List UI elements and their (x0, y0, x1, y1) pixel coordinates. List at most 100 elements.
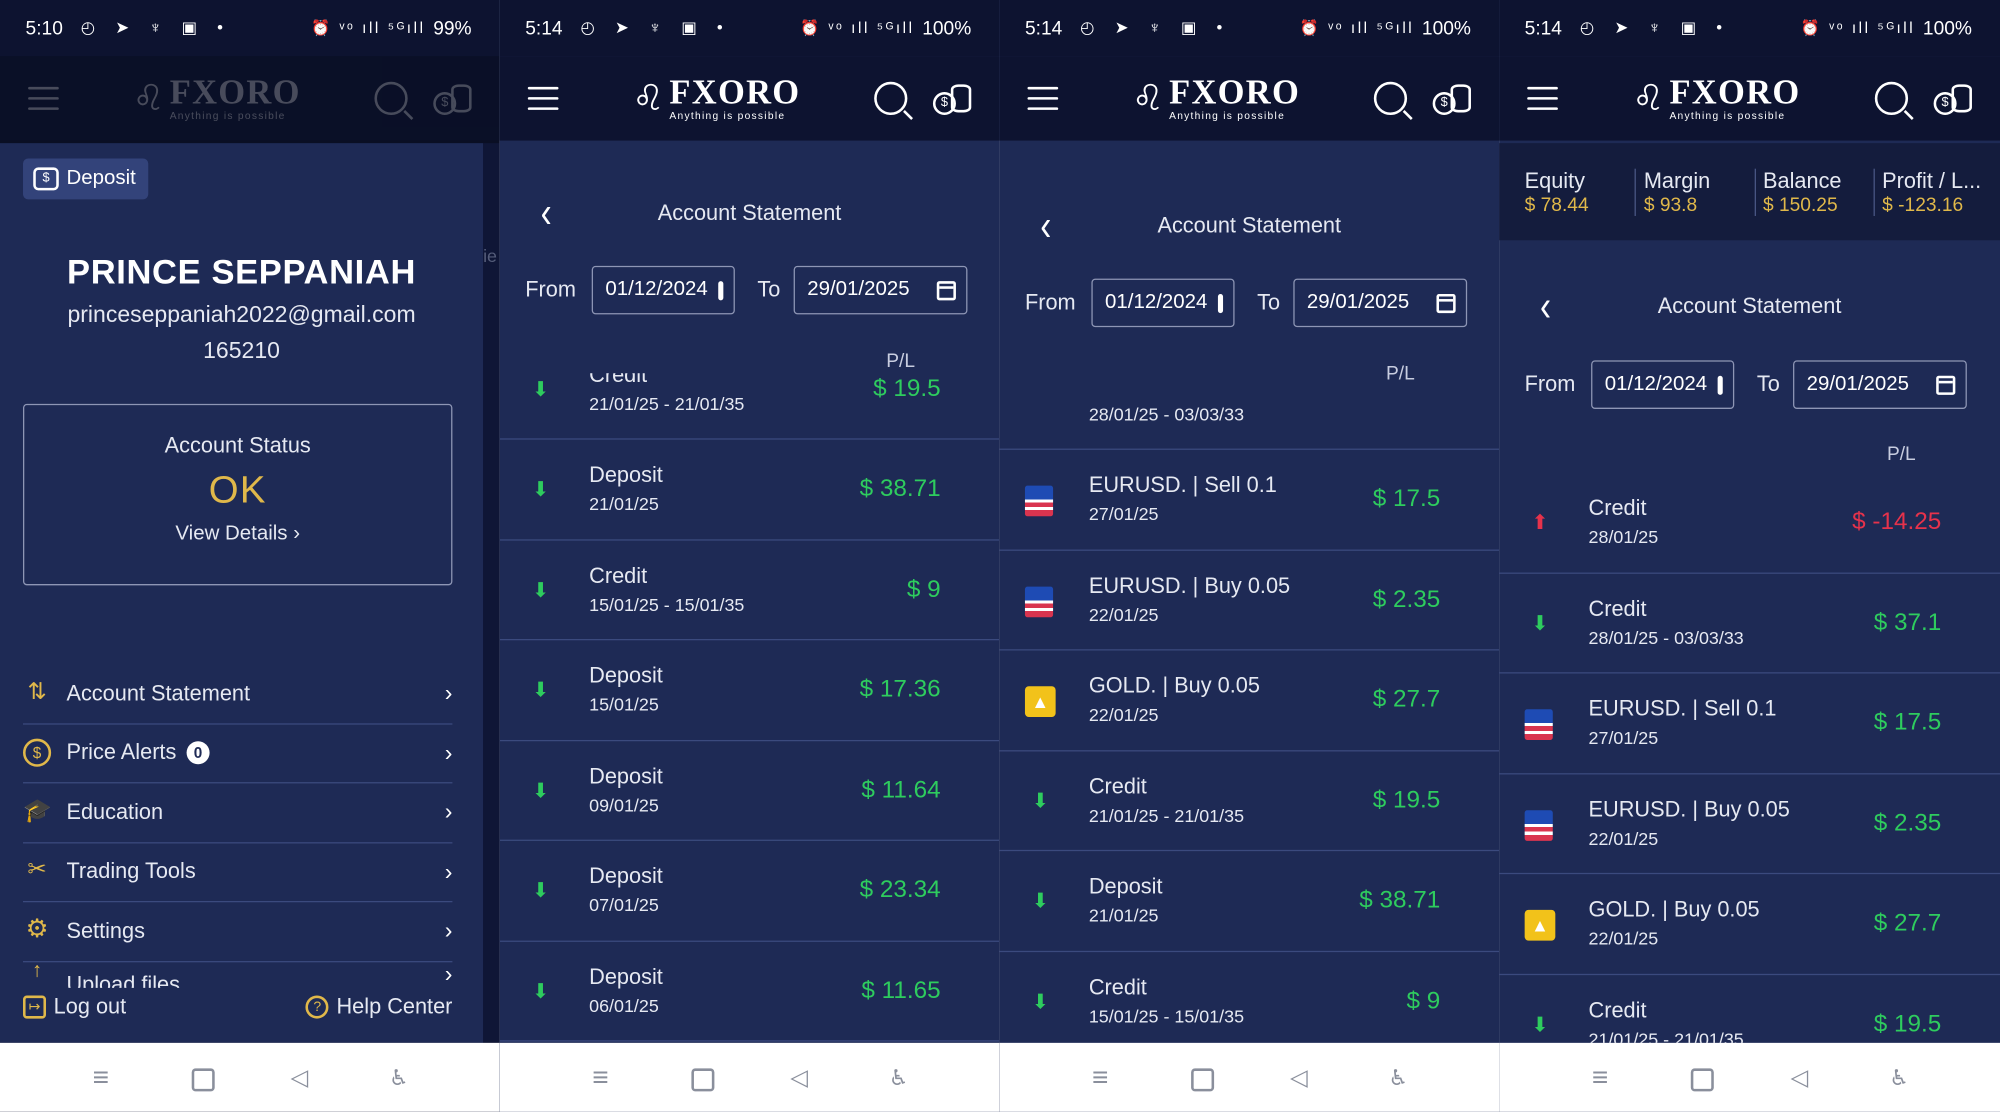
margin-value: $ 93.8 (1643, 193, 1698, 216)
transaction-row[interactable]: ⬆ Credit 28/01/25 $ -14.25 (1499, 473, 2000, 574)
transaction-title: Deposit (1088, 874, 1163, 899)
hamburger-icon[interactable] (1027, 86, 1059, 110)
system-icons: ⏰ ᵛᵒ ıll ⁵ᴳıll (800, 19, 915, 38)
transaction-date: 22/01/25 (1588, 927, 1659, 949)
accessibility-icon[interactable] (886, 1065, 912, 1091)
menu-item-trading-tools[interactable]: ✂ Trading Tools › (23, 843, 453, 903)
transaction-row[interactable]: ⬇ Credit 15/01/25 - 15/01/35 $ 9 (499, 540, 1000, 641)
hamburger-icon[interactable] (1527, 86, 1558, 110)
home-nav-icon[interactable] (187, 1065, 215, 1092)
menu-item-education[interactable]: 🎓 Education › (23, 783, 453, 843)
battery-level: 100% (922, 17, 972, 39)
accessibility-icon[interactable] (1886, 1065, 1912, 1091)
to-label: To (1756, 371, 1780, 397)
transaction-row[interactable]: EURUSD. | Sell 0.1 27/01/25 $ 17.5 (1499, 674, 2000, 774)
logo: ♌ FXORO Anything is possible (59, 75, 375, 122)
accessibility-icon[interactable] (386, 1065, 412, 1091)
equity-label: Equity (1524, 168, 1586, 193)
lion-logo-icon: ♌ (632, 77, 665, 118)
from-date-value: 01/12/2024 (1105, 291, 1208, 314)
transaction-row[interactable]: ⬇ Deposit 06/01/25 $ 11.65 (499, 941, 1000, 1042)
recents-nav-icon[interactable] (1087, 1065, 1113, 1091)
menu-item-price-alerts[interactable]: $ Price Alerts 0 › (23, 724, 453, 784)
menu-item-account-statement[interactable]: ⇅ Account Statement › (23, 665, 453, 724)
transaction-row[interactable]: EURUSD. | Buy 0.05 22/01/25 $ 2.35 (1499, 774, 2000, 875)
logo: ♌ FXORO Anything is possible (558, 75, 874, 122)
to-date-field[interactable]: 29/01/2025 (793, 265, 967, 315)
transaction-pl: $ 17.5 (1372, 485, 1441, 513)
menu-item-label: Price Alerts (66, 740, 177, 765)
search-icon[interactable] (1874, 81, 1909, 116)
transaction-row[interactable]: ⬇ Credit 21/01/25 - 21/01/35 $ 19.5 (1499, 974, 2000, 1042)
transaction-date: 21/01/25 - 21/01/35 (589, 393, 745, 415)
recents-nav-icon[interactable] (588, 1065, 614, 1091)
coins-icon[interactable]: $ (1933, 82, 1972, 116)
from-date-field[interactable]: 01/12/2024 (1090, 278, 1235, 328)
transaction-row[interactable]: ⬇ Deposit 07/01/25 $ 23.34 (499, 841, 1000, 942)
transaction-row[interactable]: ▲ GOLD. | Buy 0.05 22/01/25 $ 27.7 (1499, 874, 2000, 975)
page-title: Account Statement (1657, 293, 1842, 319)
deposit-button[interactable]: $ Deposit (23, 158, 149, 200)
notification-icons: ◴ ➤ ♆ ▣ • (80, 17, 231, 38)
transaction-title: Credit (589, 373, 648, 388)
transaction-pl: $ 23.34 (859, 876, 941, 904)
arrow-down-icon: ⬇ (1531, 1014, 1549, 1036)
margin-label: Margin (1643, 168, 1711, 193)
help-center-label: Help Center (336, 994, 453, 1019)
search-icon[interactable] (874, 81, 908, 116)
transaction-title: Credit (1588, 596, 1647, 621)
search-icon[interactable] (1373, 81, 1408, 116)
drawer-footer: ↦ Log out ? Help Center (23, 994, 452, 1020)
transaction-row[interactable]: ⬇ Deposit 15/01/25 $ 17.36 (499, 640, 1000, 741)
transaction-title: GOLD. | Buy 0.05 (1088, 673, 1260, 698)
back-nav-icon[interactable] (1787, 1065, 1813, 1091)
android-nav-bar (1499, 1042, 2000, 1112)
view-details-link[interactable]: View Details › (24, 523, 451, 546)
transaction-row[interactable]: ⬇ Credit 21/01/25 - 21/01/35 $ 19.5 (499, 373, 1000, 440)
gold-bars-icon: ▲ (1524, 909, 1556, 941)
transaction-title: Credit (1088, 974, 1147, 999)
side-drawer: $ Deposit PRINCE SEPPANIAH princeseppani… (0, 143, 484, 1043)
transaction-date: 21/01/25 (589, 493, 659, 514)
coins-icon[interactable]: $ (1432, 82, 1471, 116)
home-nav-icon[interactable] (1687, 1065, 1714, 1092)
home-nav-icon[interactable] (1187, 1065, 1214, 1092)
account-status-value: OK (208, 469, 267, 512)
transaction-row[interactable]: ⬇ Deposit 09/01/25 $ 11.64 (499, 741, 1000, 841)
back-nav-icon[interactable] (786, 1065, 812, 1091)
transaction-row[interactable]: ⬇ Credit 21/01/25 - 21/01/35 $ 19.5 (999, 751, 1500, 852)
transaction-row[interactable]: EURUSD. | Sell 0.1 27/01/25 $ 17.5 (999, 450, 1500, 551)
chevron-right-icon: › (444, 739, 453, 766)
to-date-field[interactable]: 29/01/2025 (1292, 278, 1467, 328)
transaction-row[interactable]: ⬇ Credit 15/01/25 - 15/01/35 $ 9 (999, 951, 1499, 1042)
recents-nav-icon[interactable] (1587, 1065, 1613, 1091)
drawer-scrim[interactable]: ie (483, 143, 500, 1043)
coins-icon: $ (433, 82, 472, 116)
brand-name: FXORO (1169, 72, 1301, 112)
recents-nav-icon[interactable] (88, 1065, 114, 1091)
transaction-row[interactable]: ▲ GOLD. | Buy 0.05 22/01/25 $ 27.7 (999, 651, 1500, 751)
back-nav-icon[interactable] (1286, 1065, 1312, 1091)
transaction-title: Credit (1088, 773, 1147, 799)
transaction-row[interactable]: EURUSD. | Buy 0.05 22/01/25 $ 2.35 (999, 550, 1500, 651)
menu-item-upload-files[interactable]: ↑ Upload files › (23, 962, 452, 988)
transaction-title: Deposit (589, 964, 663, 989)
page-title: Account Statement (1157, 213, 1342, 238)
home-nav-icon[interactable] (687, 1065, 714, 1092)
transaction-row[interactable]: ⬇ Deposit 21/01/25 $ 38.71 (499, 440, 1000, 540)
transaction-row[interactable]: 28/01/25 - 03/03/33 (999, 383, 1500, 450)
transaction-row[interactable]: ⬇ Deposit 21/01/25 $ 38.71 (999, 851, 1500, 952)
coins-icon[interactable]: $ (932, 82, 972, 116)
calendar-icon (1436, 293, 1456, 313)
hamburger-icon[interactable] (527, 86, 559, 110)
from-date-field[interactable]: 01/12/2024 (591, 265, 735, 315)
from-date-field[interactable]: 01/12/2024 (1590, 360, 1734, 409)
menu-item-settings[interactable]: ⚙ Settings › (23, 902, 453, 962)
accessibility-icon[interactable] (1386, 1065, 1412, 1091)
back-nav-icon[interactable] (287, 1065, 313, 1091)
help-center-button[interactable]: ? Help Center (305, 994, 453, 1020)
logout-button[interactable]: ↦ Log out (23, 994, 126, 1020)
dollar-circle-icon: $ (23, 739, 52, 768)
transaction-row[interactable]: ⬇ Credit 28/01/25 - 03/03/33 $ 37.1 (1499, 573, 2000, 674)
to-date-field[interactable]: 29/01/2025 (1792, 360, 1967, 409)
